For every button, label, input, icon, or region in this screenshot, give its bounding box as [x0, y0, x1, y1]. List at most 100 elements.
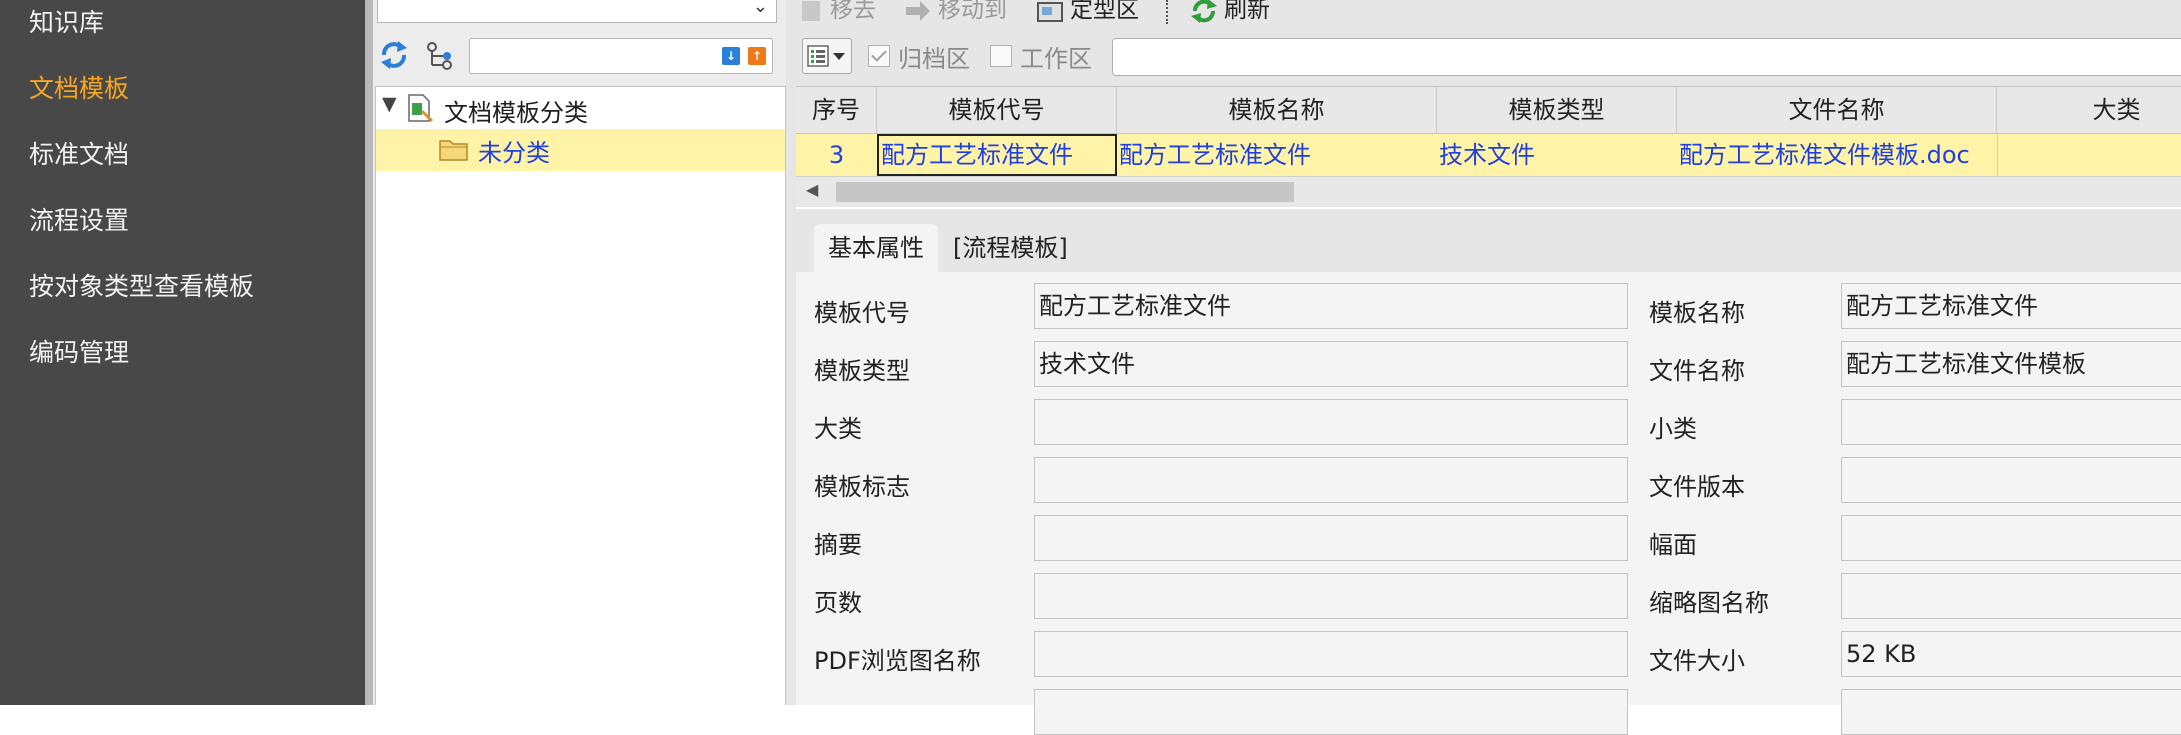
- column-header-type[interactable]: 模板类型: [1437, 87, 1677, 133]
- finalize-area-button[interactable]: 定型区: [1036, 0, 1139, 24]
- field-label-pdf-preview-name: PDF浏览图名称: [814, 647, 981, 675]
- field-label-file-version: 文件版本: [1649, 473, 1745, 501]
- column-header-seq[interactable]: 序号: [796, 87, 877, 133]
- template-grid: 序号 模板代号 模板名称 模板类型 文件名称 大类 3 配方工艺标准文件 配方工…: [796, 86, 2181, 209]
- column-header-code[interactable]: 模板代号: [877, 87, 1117, 133]
- checkbox-box[interactable]: [868, 45, 890, 67]
- refresh-label: 刷新: [1224, 0, 1270, 23]
- major-category-field[interactable]: [1034, 399, 1628, 445]
- tree-node-root[interactable]: ▼ 文档模板分类: [376, 87, 785, 129]
- column-menu-button[interactable]: [802, 38, 852, 74]
- finalize-area-icon: [1037, 1, 1063, 22]
- clipped-form-field[interactable]: [1841, 689, 2181, 735]
- scrollbar-thumb[interactable]: [836, 182, 1294, 202]
- document-tree-icon: [408, 94, 434, 123]
- summary-field[interactable]: [1034, 515, 1628, 561]
- archive-area-label: 归档区: [898, 44, 970, 73]
- pdf-preview-name-field[interactable]: [1034, 631, 1628, 677]
- nav-item-knowledge-base[interactable]: 知识库: [29, 6, 104, 40]
- archive-area-checkbox[interactable]: 归档区: [868, 42, 970, 73]
- splitter[interactable]: [365, 0, 373, 705]
- category-tree-panel: ⌄ ↓ ↑ ▼ 文档模板分类 未分类: [373, 0, 786, 705]
- nav-item-workflow-settings[interactable]: 流程设置: [29, 204, 129, 238]
- grid-search-input[interactable]: [1112, 38, 2181, 76]
- work-area-checkbox[interactable]: 工作区: [990, 42, 1092, 73]
- field-label-minor-category: 小类: [1649, 415, 1697, 443]
- refresh-icon: [1191, 0, 1217, 23]
- field-label-template-flag: 模板标志: [814, 473, 910, 501]
- folder-icon: [439, 140, 468, 161]
- column-header-category[interactable]: 大类: [1997, 87, 2181, 133]
- field-label-template-code: 模板代号: [814, 299, 910, 327]
- cell-code[interactable]: 配方工艺标准文件: [877, 134, 1117, 176]
- page-count-field[interactable]: [1034, 573, 1628, 619]
- list-menu-icon: [807, 45, 845, 67]
- cell-type[interactable]: 技术文件: [1437, 134, 1677, 176]
- double-chevron-down-icon[interactable]: ⌄: [753, 0, 768, 17]
- search-next-icon[interactable]: ↓: [722, 47, 740, 65]
- work-area-label: 工作区: [1020, 44, 1092, 73]
- tree-node-label: 文档模板分类: [444, 99, 588, 127]
- nav-item-code-management[interactable]: 编码管理: [29, 336, 129, 370]
- refresh-tree-icon[interactable]: [379, 38, 409, 72]
- expand-tree-icon[interactable]: [425, 40, 457, 72]
- checkbox-box[interactable]: [990, 45, 1012, 67]
- move-to-button[interactable]: 移动到: [904, 0, 1007, 24]
- template-flag-field[interactable]: [1034, 457, 1628, 503]
- file-name-field[interactable]: 配方工艺标准文件模板: [1841, 341, 2181, 387]
- nav-item-standard-documents[interactable]: 标准文档: [29, 138, 129, 172]
- detail-tabs: 基本属性 [流程模板]: [796, 220, 2181, 272]
- field-label-template-type: 模板类型: [814, 357, 910, 385]
- file-version-field[interactable]: [1841, 457, 2181, 503]
- move-out-button[interactable]: 移去: [800, 0, 876, 24]
- grid-header: 序号 模板代号 模板名称 模板类型 文件名称 大类: [796, 87, 2181, 134]
- clipped-form-field[interactable]: [1034, 689, 1628, 735]
- tree-node-label: 未分类: [478, 139, 550, 167]
- scroll-left-icon[interactable]: ◀: [806, 180, 818, 199]
- horizontal-scrollbar[interactable]: ◀: [796, 176, 2181, 207]
- field-label-major-category: 大类: [814, 415, 862, 443]
- tree-node-uncategorized[interactable]: 未分类: [376, 129, 785, 171]
- template-name-field[interactable]: 配方工艺标准文件: [1841, 283, 2181, 329]
- field-label-summary: 摘要: [814, 531, 862, 559]
- page-size-field[interactable]: [1841, 515, 2181, 561]
- refresh-button[interactable]: 刷新: [1190, 0, 1270, 24]
- tab-workflow-template[interactable]: [流程模板]: [939, 224, 1082, 272]
- tree-combo-box[interactable]: ⌄: [377, 0, 777, 23]
- cell-name[interactable]: 配方工艺标准文件: [1117, 134, 1437, 176]
- left-nav: 知识库 文档模板 标准文档 流程设置 按对象类型查看模板 编码管理: [0, 0, 365, 705]
- properties-form: 模板代号 配方工艺标准文件 模板类型 技术文件 大类 模板标志 摘要 页数 PD…: [796, 272, 2181, 735]
- move-to-label: 移动到: [938, 0, 1007, 23]
- thumbnail-name-field[interactable]: [1841, 573, 2181, 619]
- cell-seq[interactable]: 3: [796, 134, 877, 176]
- move-arrow-icon: [906, 0, 930, 21]
- tree-search-input[interactable]: ↓ ↑: [469, 38, 773, 74]
- cell-category[interactable]: [1997, 134, 2181, 176]
- template-code-field[interactable]: 配方工艺标准文件: [1034, 283, 1628, 329]
- move-out-icon: [802, 0, 820, 21]
- field-label-template-name: 模板名称: [1649, 299, 1745, 327]
- minor-category-field[interactable]: [1841, 399, 2181, 445]
- search-prev-icon[interactable]: ↑: [748, 47, 766, 65]
- nav-item-templates-by-object-type[interactable]: 按对象类型查看模板: [29, 270, 254, 304]
- file-size-field[interactable]: 52 KB: [1841, 631, 2181, 677]
- collapse-triangle-icon[interactable]: ▼: [382, 93, 397, 115]
- field-label-thumbnail-name: 缩略图名称: [1649, 589, 1769, 617]
- field-label-file-size: 文件大小: [1649, 647, 1745, 675]
- tab-basic-properties[interactable]: 基本属性: [814, 224, 938, 272]
- toolbar-separator: [1166, 0, 1168, 24]
- field-label-file-name: 文件名称: [1649, 357, 1745, 385]
- finalize-area-label: 定型区: [1070, 0, 1139, 23]
- field-label-page-size: 幅面: [1649, 531, 1697, 559]
- nav-item-document-templates[interactable]: 文档模板: [29, 72, 129, 106]
- filter-bar: 归档区 工作区: [786, 34, 2181, 78]
- column-header-name[interactable]: 模板名称: [1117, 87, 1437, 133]
- table-row[interactable]: 3 配方工艺标准文件 配方工艺标准文件 技术文件 配方工艺标准文件模板.doc: [796, 134, 2181, 176]
- template-type-field[interactable]: 技术文件: [1034, 341, 1628, 387]
- cell-file[interactable]: 配方工艺标准文件模板.doc: [1677, 134, 1997, 176]
- column-header-file[interactable]: 文件名称: [1677, 87, 1997, 133]
- category-tree: ▼ 文档模板分类 未分类: [375, 86, 786, 705]
- action-toolbar: 移去 移动到 定型区 刷新: [786, 0, 2181, 24]
- field-label-page-count: 页数: [814, 589, 862, 617]
- template-detail-panel: 移去 移动到 定型区 刷新 归档区 工作区 序号 模板代号 模板名称 模板类型 …: [786, 0, 2181, 735]
